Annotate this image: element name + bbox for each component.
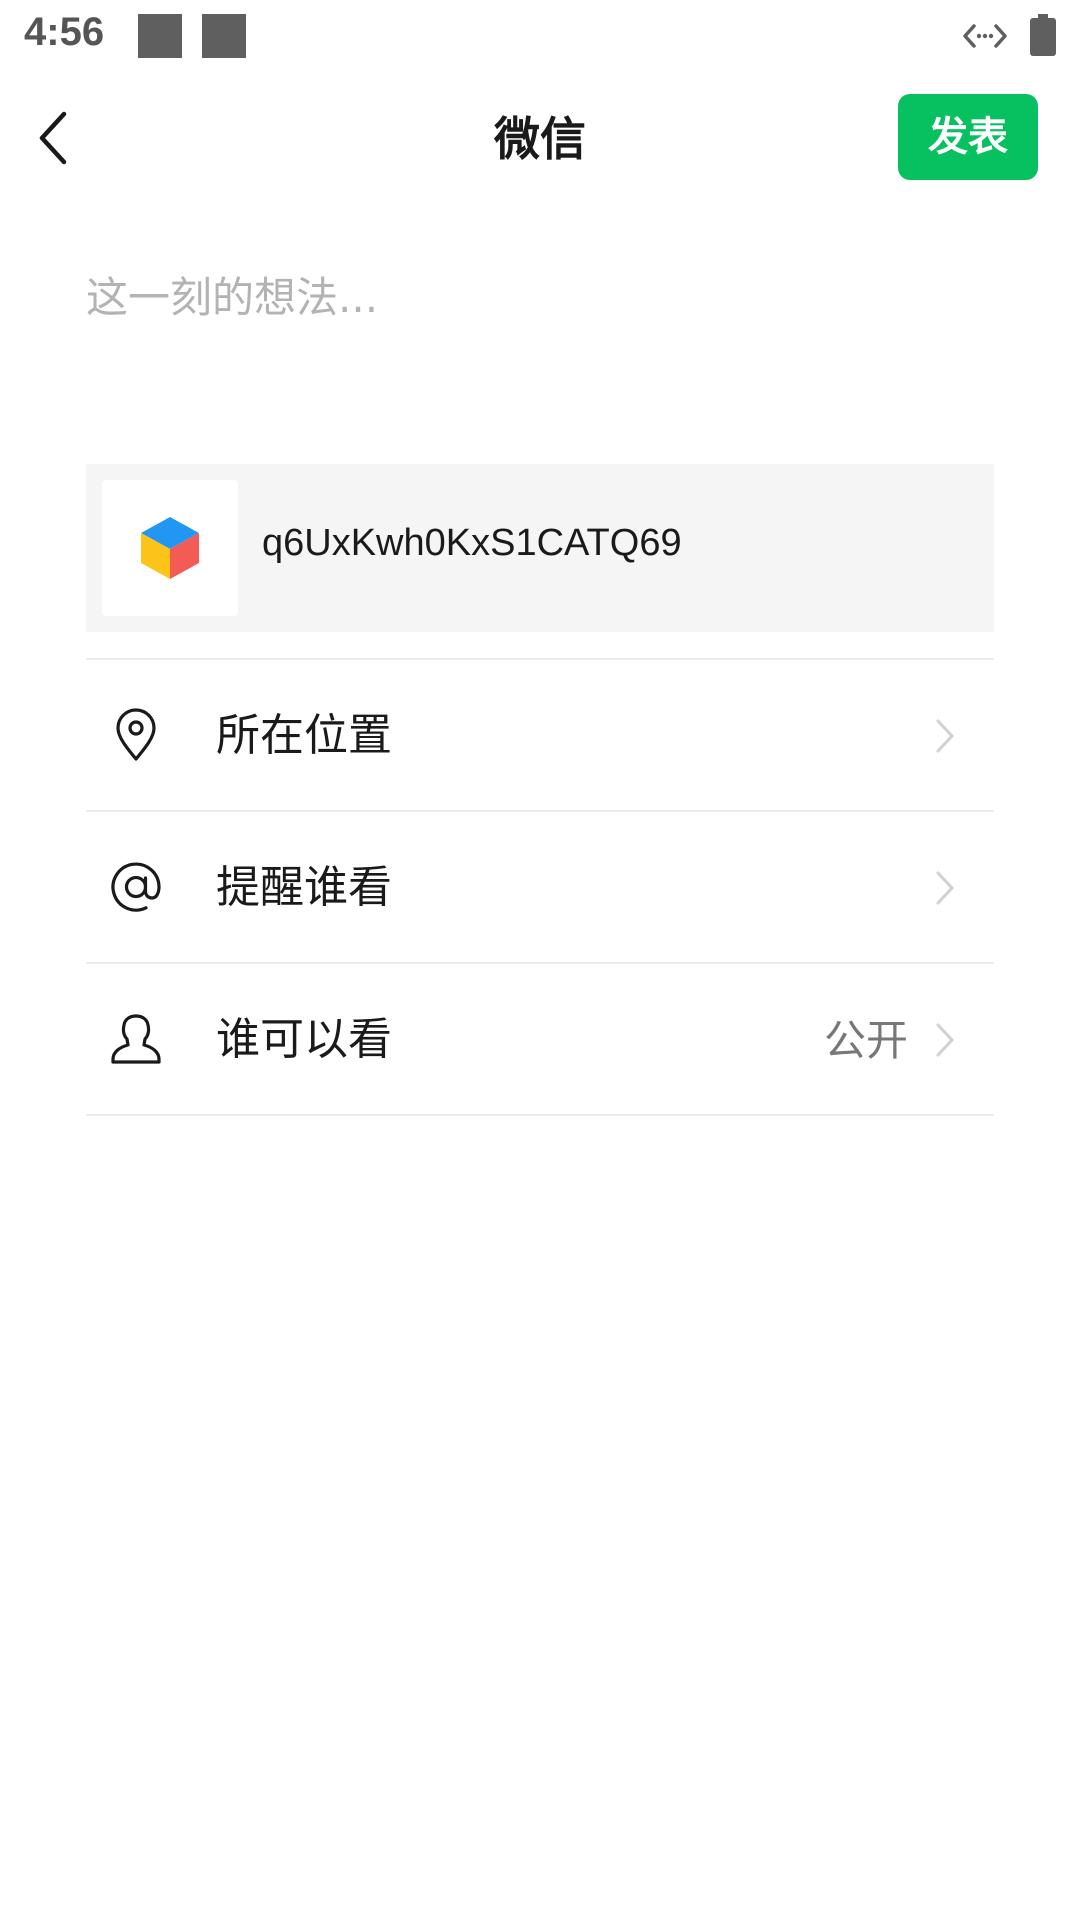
status-time: 4:56 xyxy=(24,10,105,54)
status-bar: 4:56 xyxy=(0,0,1080,72)
header: 微信 发表 xyxy=(0,72,1080,202)
chevron-right-icon xyxy=(936,719,954,753)
location-pin-icon xyxy=(116,708,156,761)
option-label: 提醒谁看 xyxy=(216,862,392,913)
publish-button[interactable]: 发表 xyxy=(898,94,1038,180)
option-visibility[interactable]: 谁可以看 公开 xyxy=(86,964,994,1114)
shared-thumbnail xyxy=(102,480,238,616)
chevron-right-icon xyxy=(936,1023,954,1057)
chevron-right-icon xyxy=(936,871,954,905)
data-transfer-icon xyxy=(963,24,1007,48)
shared-title: q6UxKwh0KxS1CATQ69 xyxy=(262,522,682,564)
divider xyxy=(86,1114,994,1116)
option-label: 谁可以看 xyxy=(216,1014,392,1065)
person-icon xyxy=(111,1014,161,1064)
option-location[interactable]: 所在位置 xyxy=(86,660,994,810)
moments-compose-screen: 4:56 微信 发表 q6U xyxy=(0,0,1080,1920)
visibility-value: 公开 xyxy=(823,1016,908,1065)
notification-icon xyxy=(202,14,246,58)
battery-icon xyxy=(1030,14,1056,56)
colored-cube-icon xyxy=(141,517,199,579)
at-sign-icon xyxy=(111,862,161,912)
option-label: 所在位置 xyxy=(216,710,392,761)
thought-input[interactable] xyxy=(86,264,986,384)
shared-content-card[interactable]: q6UxKwh0KxS1CATQ69 xyxy=(86,464,994,632)
option-mention[interactable]: 提醒谁看 xyxy=(86,812,994,962)
notification-icon xyxy=(138,14,182,58)
